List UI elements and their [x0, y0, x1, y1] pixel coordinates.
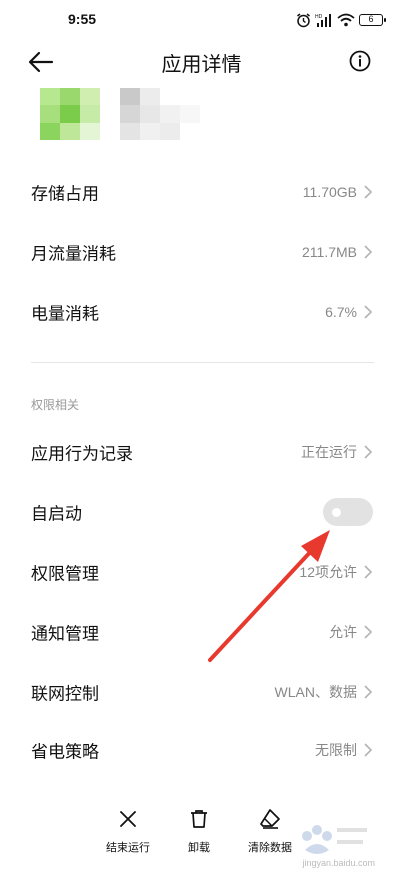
app-icon-tile	[60, 105, 80, 123]
row-value: 211.7MB	[302, 244, 357, 260]
chevron-right-icon	[364, 625, 373, 639]
row-label: 权限管理	[31, 564, 99, 585]
row-notification-management[interactable]: 通知管理 允许	[0, 602, 403, 662]
row-label: 自启动	[31, 504, 82, 525]
alarm-icon	[297, 12, 310, 27]
app-icon-tile	[80, 105, 100, 123]
row-value: 11.70GB	[302, 184, 357, 200]
app-icon	[40, 88, 100, 140]
row-value: WLAN、数据	[274, 684, 357, 700]
toggle-knob	[332, 508, 341, 517]
clear-data-label: 清除数据	[248, 841, 292, 854]
battery-level: 6	[368, 14, 374, 24]
uninstall-button[interactable]: 卸载	[188, 808, 210, 855]
trash-icon	[191, 810, 207, 828]
app-icon-tile	[60, 88, 80, 106]
row-label: 应用行为记录	[31, 444, 133, 465]
chevron-right-icon	[364, 185, 373, 199]
app-icon-tile	[40, 105, 60, 123]
wifi-icon	[337, 13, 355, 27]
info-icon	[349, 50, 371, 72]
chevron-right-icon	[364, 305, 373, 319]
row-label: 通知管理	[31, 624, 99, 645]
row-value: 6.7%	[325, 304, 357, 320]
row-app-activity[interactable]: 应用行为记录 正在运行	[0, 422, 403, 482]
bottom-bar: 结束运行 卸载 清除数据	[0, 800, 403, 860]
status-bar: 9:55 HD 6	[0, 0, 403, 40]
row-label: 月流量消耗	[31, 244, 116, 265]
uninstall-label: 卸载	[188, 841, 210, 854]
row-value: 无限制	[315, 742, 357, 758]
svg-text:HD: HD	[315, 14, 323, 20]
force-stop-button[interactable]: 结束运行	[106, 808, 150, 855]
app-icon-tile	[40, 88, 60, 106]
row-autostart: 自启动	[0, 482, 403, 542]
divider	[31, 362, 374, 363]
row-label: 联网控制	[31, 684, 99, 705]
row-battery-usage[interactable]: 电量消耗 6.7%	[0, 282, 403, 342]
section-title-permissions: 权限相关	[31, 398, 80, 412]
row-permission-management[interactable]: 权限管理 12项允许	[0, 542, 403, 602]
app-icon-tile	[60, 122, 80, 140]
row-value: 正在运行	[301, 444, 357, 460]
chevron-right-icon	[364, 685, 373, 699]
watermark-text: jingyan.baidu.com	[302, 858, 375, 868]
row-battery-saver[interactable]: 省电策略 无限制	[0, 720, 403, 780]
app-icon-tile	[80, 122, 100, 140]
app-icon-tile	[80, 88, 100, 106]
chevron-right-icon	[364, 445, 373, 459]
row-value: 允许	[329, 624, 357, 640]
battery-icon: 6	[359, 14, 386, 26]
row-label: 电量消耗	[31, 304, 99, 325]
status-icons: HD 6	[296, 12, 386, 28]
row-network-control[interactable]: 联网控制 WLAN、数据	[0, 662, 403, 722]
chevron-right-icon	[364, 245, 373, 259]
info-button[interactable]	[349, 50, 371, 72]
row-value: 12项允许	[299, 564, 357, 580]
app-header	[40, 88, 240, 140]
row-data-usage[interactable]: 月流量消耗 211.7MB	[0, 222, 403, 282]
close-icon	[120, 811, 136, 827]
force-stop-label: 结束运行	[106, 841, 150, 854]
clear-data-button[interactable]: 清除数据	[248, 808, 292, 855]
cellular-signal-icon: HD	[315, 14, 331, 27]
eraser-icon	[260, 809, 280, 829]
chevron-right-icon	[364, 743, 373, 757]
row-label: 省电策略	[31, 742, 99, 763]
status-time: 9:55	[68, 11, 97, 27]
app-name-blurred	[120, 88, 200, 140]
row-label: 存储占用	[31, 184, 99, 205]
title-bar: 应用详情	[0, 40, 403, 84]
autostart-toggle[interactable]	[323, 498, 373, 526]
row-storage[interactable]: 存储占用 11.70GB	[0, 162, 403, 222]
app-icon-tile	[40, 122, 60, 140]
chevron-right-icon	[364, 565, 373, 579]
page-title: 应用详情	[161, 52, 242, 76]
